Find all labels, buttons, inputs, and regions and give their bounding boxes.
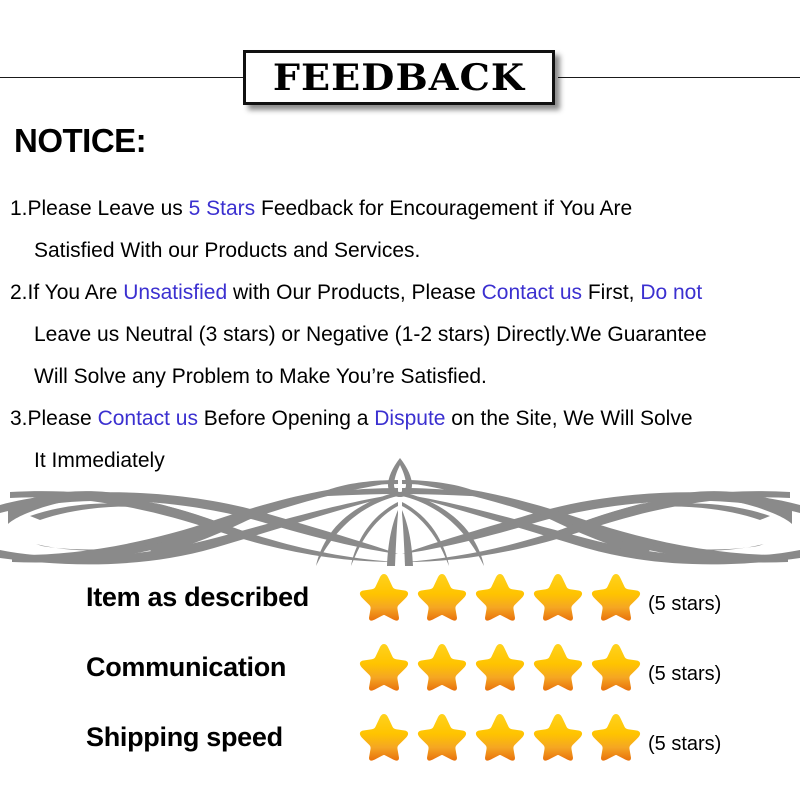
star-icon[interactable] [590, 572, 642, 622]
notice-heading: NOTICE: [14, 122, 147, 159]
notice-text: Will Solve any Problem to Make You’re Sa… [34, 365, 487, 388]
notice-text-block: 1.Please Leave us 5 Stars Feedback for E… [10, 188, 800, 482]
rating-count-label: (5 stars) [648, 733, 722, 755]
notice-text: 1.Please Leave us [10, 197, 189, 220]
star-icon[interactable] [590, 642, 642, 692]
banner-rule-right [558, 77, 800, 78]
star-icon[interactable] [590, 712, 642, 762]
star-icon[interactable] [358, 572, 410, 622]
tribal-flourish-ornament-icon [0, 458, 800, 566]
star-icon[interactable] [474, 712, 526, 762]
notice-line: 1.Please Leave us 5 Stars Feedback for E… [10, 188, 800, 230]
notice-text: Satisfied With our Products and Services… [34, 239, 421, 262]
rating-count-label: (5 stars) [648, 663, 722, 685]
notice-text: on the Site, We Will Solve [445, 407, 693, 430]
notice-highlight-text: Do not [640, 281, 703, 304]
notice-line: 3.Please Contact us Before Opening a Dis… [10, 398, 800, 440]
rating-label: Shipping speed [86, 722, 283, 752]
notice-line: Will Solve any Problem to Make You’re Sa… [10, 356, 800, 398]
rating-label: Communication [86, 652, 287, 682]
notice-highlight-text: Unsatisfied [123, 281, 228, 304]
feedback-title-box: FEEDBACK [243, 50, 555, 105]
notice-text: 3.Please [10, 407, 98, 430]
notice-highlight-text: Contact us [481, 281, 582, 304]
rating-row: Item as described (5 stars) [0, 572, 800, 642]
rating-label: Item as described [86, 582, 310, 612]
rating-row: Shipping speed (5 stars) [0, 712, 800, 782]
notice-text: Feedback for Encouragement if You Are [255, 197, 633, 220]
star-icon[interactable] [532, 712, 584, 762]
star-icon[interactable] [532, 572, 584, 622]
star-rating[interactable] [358, 712, 642, 762]
star-icon[interactable] [358, 642, 410, 692]
notice-highlight-text: 5 Stars [188, 197, 256, 220]
notice-text: 2.If You Are [10, 281, 124, 304]
rating-count-label: (5 stars) [648, 593, 722, 615]
star-icon[interactable] [532, 642, 584, 692]
notice-highlight-text: Dispute [374, 407, 446, 430]
feedback-banner: FEEDBACK [0, 40, 800, 110]
notice-line: 2.If You Are Unsatisfied with Our Produc… [10, 272, 800, 314]
notice-highlight-text: Contact us [97, 407, 198, 430]
star-icon[interactable] [474, 642, 526, 692]
notice-text: Before Opening a [197, 407, 375, 430]
star-rating[interactable] [358, 572, 642, 622]
banner-rule-left [0, 77, 244, 78]
rating-rows: Item as described (5 stars) Communicatio… [0, 572, 800, 782]
star-icon[interactable] [416, 572, 468, 622]
star-rating[interactable] [358, 642, 642, 692]
star-icon[interactable] [416, 642, 468, 692]
star-icon[interactable] [416, 712, 468, 762]
notice-text: with Our Products, Please [227, 281, 482, 304]
feedback-title: FEEDBACK [272, 56, 526, 99]
star-icon[interactable] [358, 712, 410, 762]
notice-text: Leave us Neutral (3 stars) or Negative (… [34, 323, 707, 346]
notice-line: Leave us Neutral (3 stars) or Negative (… [10, 314, 800, 356]
rating-row: Communication (5 stars) [0, 642, 800, 712]
star-icon[interactable] [474, 572, 526, 622]
notice-text: First, [582, 281, 641, 304]
notice-line: Satisfied With our Products and Services… [10, 230, 800, 272]
